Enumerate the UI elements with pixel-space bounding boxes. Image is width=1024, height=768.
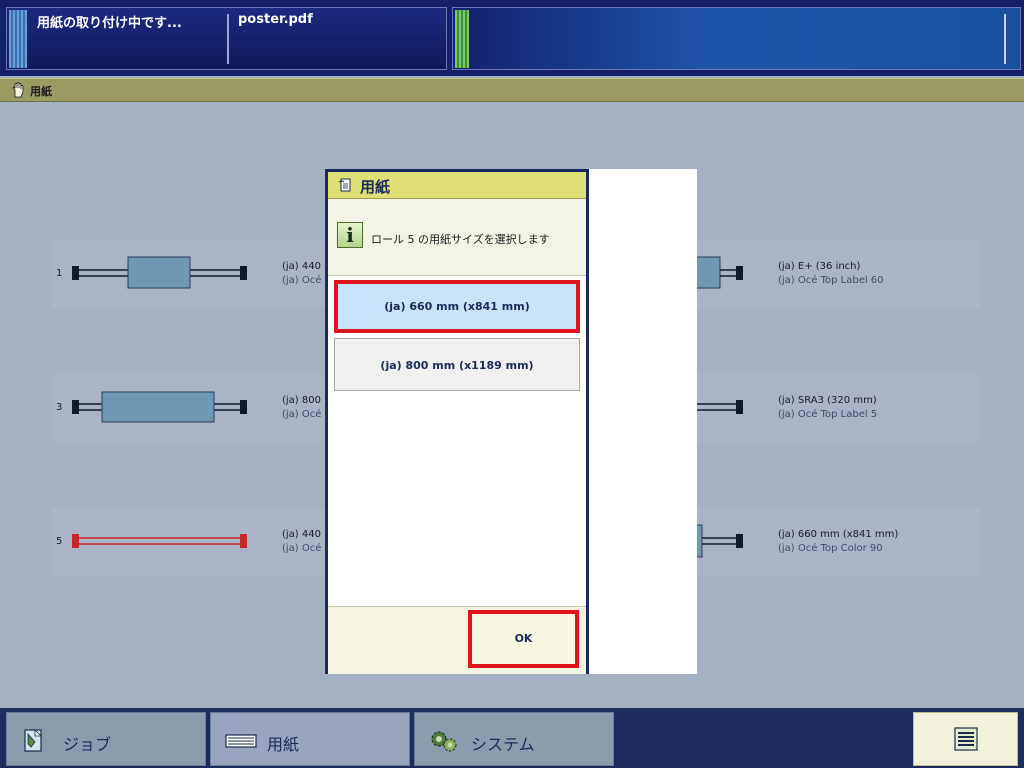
tab-paper-label: 用紙	[267, 735, 300, 754]
roll-size: (ja) 440	[282, 529, 321, 540]
info-icon: i	[337, 222, 363, 248]
roll-media: (ja) Océ	[282, 409, 322, 420]
roll-graphic-right	[694, 256, 743, 289]
paper-rolls-icon	[225, 734, 257, 748]
roll-info-right: (ja) SRA3 (320 mm) (ja) Océ Top Label 5	[778, 394, 877, 422]
paper-size-dialog: 用紙 i ロール 5 の用紙サイズを選択します (ja) 660 mm (x84…	[325, 169, 589, 674]
job-icon	[24, 729, 42, 752]
roll-info-right: (ja) E+ (36 inch) (ja) Océ Top Label 60	[778, 260, 884, 288]
roll-media-right: (ja) Océ Top Color 90	[778, 543, 883, 554]
roll-graphic-right	[694, 524, 743, 558]
roll-info: (ja) 440 (ja) Océ	[282, 528, 321, 556]
roll-size-right: (ja) E+ (36 inch)	[778, 261, 861, 272]
section-title: 用紙	[30, 85, 52, 98]
paper-size-option-660[interactable]: (ja) 660 mm (x841 mm)	[334, 280, 580, 333]
roll-graphic-active	[72, 534, 247, 548]
status-stripe	[9, 10, 27, 68]
tab-job[interactable]: ジョブ	[6, 712, 206, 766]
file-name-text: poster.pdf	[238, 12, 313, 27]
ok-button[interactable]: OK	[468, 610, 579, 668]
tab-paper[interactable]: 用紙	[210, 712, 410, 766]
printer-status-panel[interactable]	[452, 7, 1021, 70]
dialog-info-area: i ロール 5 の用紙サイズを選択します	[328, 199, 586, 276]
menu-button[interactable]	[913, 712, 1018, 766]
roll-size-right: (ja) SRA3 (320 mm)	[778, 395, 877, 406]
roll-graphic	[72, 391, 247, 423]
roll-info: (ja) 440 (ja) Océ	[282, 260, 321, 288]
roll-media: (ja) Océ	[282, 543, 322, 554]
roll-media: (ja) Océ	[282, 275, 322, 286]
job-status-text: 用紙の取り付け中です...	[37, 16, 182, 31]
status-divider	[227, 14, 229, 64]
section-bar: 用紙	[0, 78, 1024, 102]
bottom-nav: ジョブ 用紙 システム	[0, 708, 1024, 768]
status-stripe-green	[455, 10, 469, 68]
roll-info-right: (ja) 660 mm (x841 mm) (ja) Océ Top Color…	[778, 528, 898, 556]
roll-info: (ja) 800 (ja) Océ	[282, 394, 321, 422]
tab-system[interactable]: システム	[414, 712, 614, 766]
dialog-title-bar: 用紙	[328, 172, 586, 199]
roll-media-right: (ja) Océ Top Label 60	[778, 275, 884, 286]
dialog-title: 用紙	[360, 178, 391, 196]
roll-number: 1	[56, 268, 63, 279]
paper-size-option-800[interactable]: (ja) 800 mm (x1189 mm)	[334, 338, 580, 391]
list-menu-icon	[954, 727, 978, 751]
roll-size: (ja) 800	[282, 395, 321, 406]
gears-icon	[431, 731, 457, 752]
tab-job-label: ジョブ	[63, 735, 112, 754]
paper-icon	[338, 178, 351, 192]
hand-icon	[12, 82, 24, 98]
status-header: 用紙の取り付け中です... poster.pdf	[0, 0, 1024, 76]
roll-media-right: (ja) Océ Top Label 5	[778, 409, 878, 420]
job-status-panel[interactable]: 用紙の取り付け中です... poster.pdf	[6, 7, 447, 70]
roll-number: 3	[56, 402, 63, 413]
dialog-footer: OK	[328, 606, 586, 674]
roll-size-right: (ja) 660 mm (x841 mm)	[778, 529, 899, 540]
roll-number: 5	[56, 536, 63, 547]
roll-size: (ja) 440	[282, 261, 321, 272]
info-text: ロール 5 の用紙サイズを選択します	[371, 233, 550, 246]
status-divider-right	[1004, 14, 1006, 64]
tab-system-label: システム	[471, 735, 535, 754]
blank-panel	[589, 169, 697, 674]
roll-graphic-right	[694, 400, 743, 414]
roll-graphic	[72, 256, 247, 289]
